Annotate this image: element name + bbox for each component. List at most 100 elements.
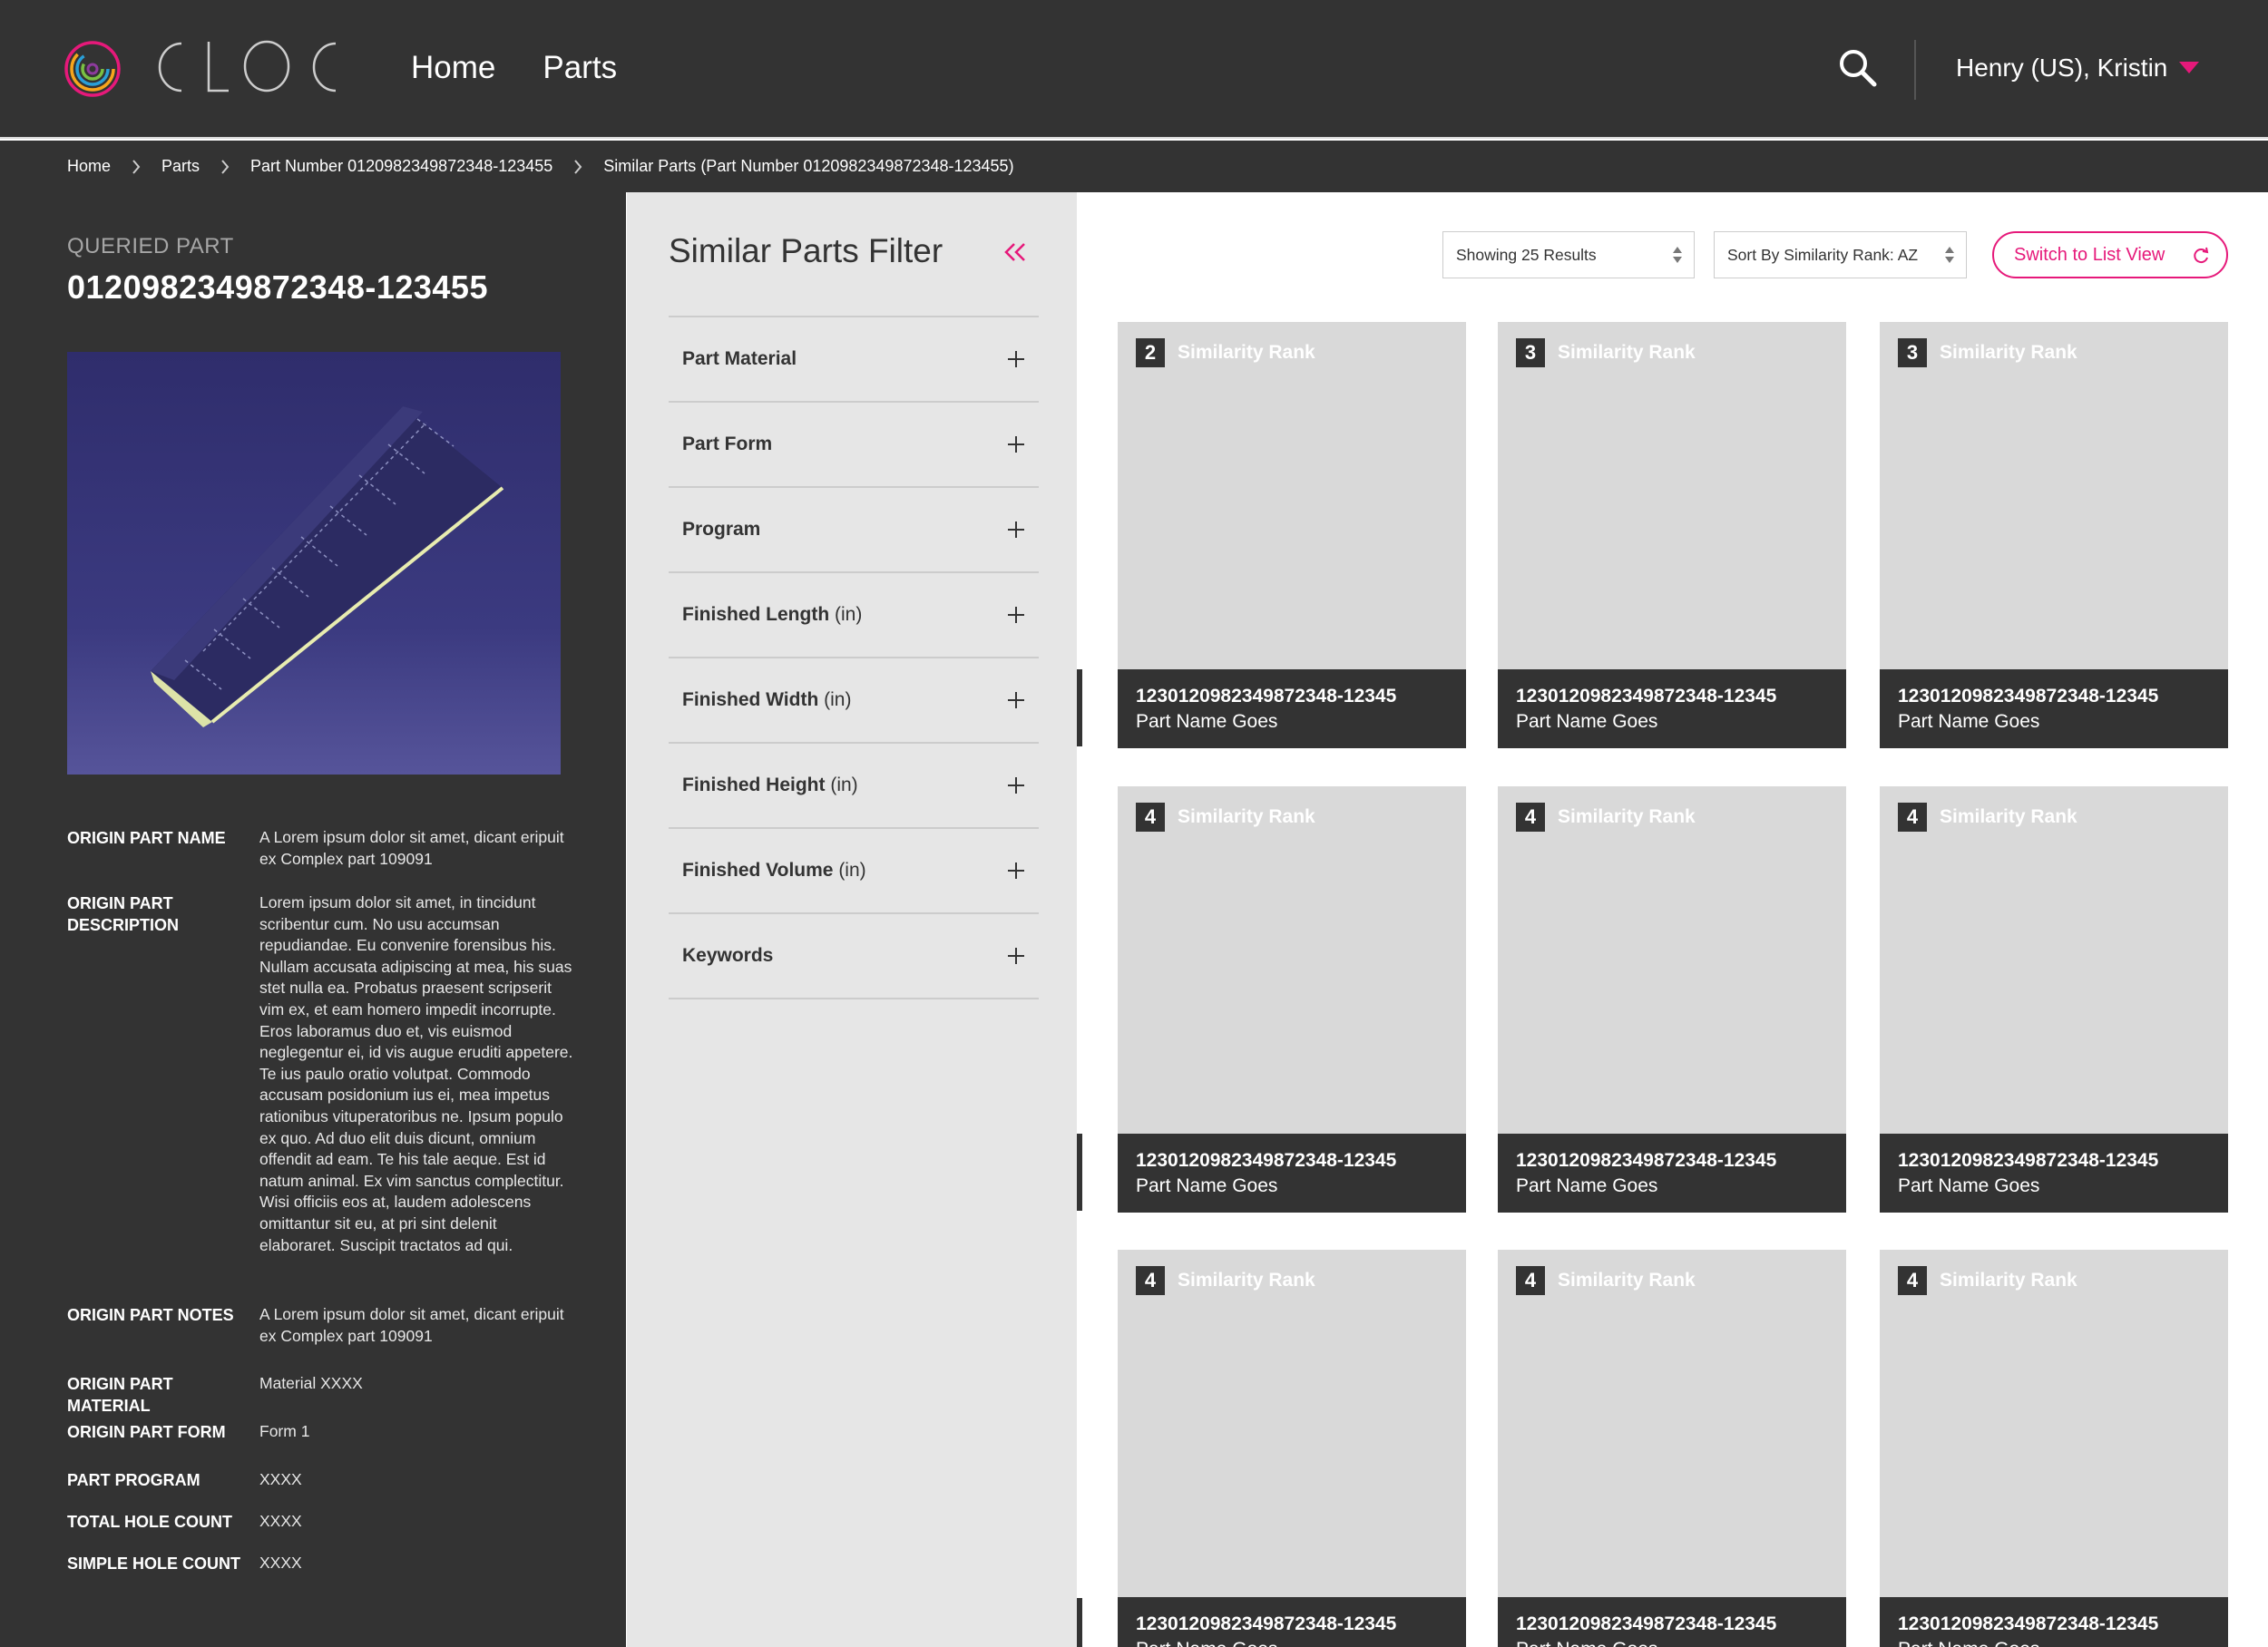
similar-part-card[interactable]: 4 Similarity Rank 1230120982349872348-12… bbox=[1118, 786, 1466, 1213]
meta-total-hole-count: TOTAL HOLE COUNT XXXX bbox=[67, 1511, 575, 1533]
search-icon[interactable] bbox=[1837, 47, 1879, 89]
meta-value: A Lorem ipsum dolor sit amet, dicant eri… bbox=[259, 828, 564, 868]
similar-part-card[interactable]: 2 Similarity Rank 1230120982349872348-12… bbox=[1118, 322, 1466, 748]
chevron-right-icon bbox=[132, 159, 141, 174]
filter-finished-volume[interactable]: Finished Volume (in) bbox=[669, 829, 1039, 914]
cloc-logo-rings-icon bbox=[64, 41, 121, 97]
card-info: 1230120982349872348-12345 Part Name Goes bbox=[1118, 1597, 1466, 1647]
meta-key: ORIGIN PART DESCRIPTION bbox=[67, 894, 180, 934]
filter-label-text: Finished Length bbox=[682, 604, 830, 625]
card-part-name: Part Name Goes bbox=[1898, 1637, 2228, 1647]
plus-icon[interactable] bbox=[1008, 777, 1024, 794]
card-part-number: 1230120982349872348-12345 bbox=[1898, 1613, 2159, 1634]
logo-wordmark-icon bbox=[158, 40, 337, 93]
similarity-rank-label: Similarity Rank bbox=[1178, 1270, 1315, 1291]
meta-simple-hole-count: SIMPLE HOLE COUNT XXXX bbox=[67, 1553, 575, 1574]
double-chevron-left-icon[interactable] bbox=[1002, 241, 1028, 263]
card-part-number: 1230120982349872348-12345 bbox=[1516, 686, 1777, 707]
similar-part-card[interactable]: 4 Similarity Rank 1230120982349872348-12… bbox=[1498, 786, 1846, 1213]
similarity-rank-label: Similarity Rank bbox=[1178, 342, 1315, 363]
filter-label: Part Form bbox=[682, 434, 772, 455]
filter-label: Finished Width (in) bbox=[682, 689, 851, 711]
filter-label: Keywords bbox=[682, 945, 773, 967]
meta-value: Form 1 bbox=[259, 1422, 310, 1440]
plus-icon[interactable] bbox=[1008, 948, 1024, 964]
similarity-rank-label: Similarity Rank bbox=[1940, 342, 2077, 363]
meta-key: ORIGIN PART NOTES bbox=[67, 1306, 234, 1324]
part-3d-preview-image[interactable] bbox=[67, 352, 561, 775]
filter-program[interactable]: Program bbox=[669, 488, 1039, 573]
filter-label: Finished Length (in) bbox=[682, 604, 862, 626]
meta-value: A Lorem ipsum dolor sit amet, dicant eri… bbox=[259, 1305, 564, 1345]
results-count-select[interactable]: Showing 25 Results bbox=[1442, 231, 1695, 278]
filter-finished-height[interactable]: Finished Height (in) bbox=[669, 744, 1039, 829]
card-part-name: Part Name Goes bbox=[1516, 711, 1658, 732]
meta-key: SIMPLE HOLE COUNT bbox=[67, 1554, 241, 1573]
plus-icon[interactable] bbox=[1008, 862, 1024, 879]
part-model-icon bbox=[151, 406, 504, 727]
filter-label-text: Finished Width bbox=[682, 689, 819, 710]
meta-value: XXXX bbox=[259, 1554, 302, 1572]
breadcrumb-home[interactable]: Home bbox=[67, 157, 111, 176]
similar-part-card[interactable]: 3 Similarity Rank 1230120982349872348-12… bbox=[1880, 322, 2228, 748]
meta-origin-part-description: ORIGIN PART DESCRIPTION Lorem ipsum dolo… bbox=[67, 892, 575, 1256]
plus-icon[interactable] bbox=[1008, 692, 1024, 708]
card-part-number: 1230120982349872348-12345 bbox=[1898, 1150, 2159, 1171]
queried-part-panel: QUERIED PART 0120982349872348-123455 ORI… bbox=[0, 192, 626, 1647]
card-info: 1230120982349872348-12345 Part Name Goes bbox=[1118, 1134, 1466, 1213]
plus-icon[interactable] bbox=[1008, 521, 1024, 538]
main-nav: Home Parts bbox=[411, 47, 617, 89]
filter-unit: (in) bbox=[824, 689, 852, 710]
meta-origin-part-material: ORIGIN PART MATERIAL Material XXXX bbox=[67, 1373, 575, 1417]
similarity-rank-label: Similarity Rank bbox=[1940, 1270, 2077, 1291]
filter-part-form[interactable]: Part Form bbox=[669, 403, 1039, 488]
plus-icon[interactable] bbox=[1008, 351, 1024, 367]
card-info: 1230120982349872348-12345 Part Name Goes bbox=[1498, 1134, 1846, 1213]
breadcrumb-part-number[interactable]: Part Number 0120982349872348-123455 bbox=[250, 157, 552, 176]
similarity-rank-number: 4 bbox=[1898, 803, 1927, 832]
similar-part-card[interactable]: 4 Similarity Rank 1230120982349872348-12… bbox=[1880, 786, 2228, 1213]
filter-panel-title: Similar Parts Filter bbox=[669, 232, 943, 269]
plus-icon[interactable] bbox=[1008, 607, 1024, 623]
card-info: 1230120982349872348-12345 Part Name Goes bbox=[1880, 669, 2228, 748]
brand-logo[interactable] bbox=[64, 40, 337, 98]
nav-parts-link[interactable]: Parts bbox=[543, 47, 617, 89]
filter-finished-width[interactable]: Finished Width (in) bbox=[669, 658, 1039, 744]
select-arrows-icon bbox=[1673, 247, 1682, 263]
breadcrumb-parts[interactable]: Parts bbox=[161, 157, 200, 176]
filter-finished-length[interactable]: Finished Length (in) bbox=[669, 573, 1039, 658]
filter-keywords[interactable]: Keywords bbox=[669, 914, 1039, 999]
similarity-rank-number: 4 bbox=[1136, 803, 1165, 832]
header-divider bbox=[1914, 40, 1916, 100]
card-part-number: 1230120982349872348-12345 bbox=[1516, 1150, 1777, 1171]
queried-part-label: QUERIED PART bbox=[67, 234, 234, 258]
select-arrows-icon bbox=[1945, 247, 1954, 263]
similar-part-card[interactable]: 4 Similarity Rank 1230120982349872348-12… bbox=[1880, 1250, 2228, 1647]
chevron-right-icon bbox=[221, 159, 230, 174]
nav-home-link[interactable]: Home bbox=[411, 47, 495, 89]
card-part-name: Part Name Goes bbox=[1136, 711, 1278, 732]
similarity-rank-number: 4 bbox=[1516, 803, 1545, 832]
switch-to-list-view-button[interactable]: Switch to List View bbox=[1992, 231, 2228, 278]
meta-value: Lorem ipsum dolor sit amet, in tincidunt… bbox=[259, 893, 573, 1254]
similarity-rank-number: 4 bbox=[1136, 1266, 1165, 1295]
similar-part-card[interactable]: 4 Similarity Rank 1230120982349872348-12… bbox=[1118, 1250, 1466, 1647]
card-part-name: Part Name Goes bbox=[1136, 1175, 1278, 1196]
similarity-rank-number: 3 bbox=[1898, 338, 1927, 367]
card-part-number: 1230120982349872348-12345 bbox=[1898, 686, 2159, 707]
similar-part-card[interactable]: 3 Similarity Rank 1230120982349872348-12… bbox=[1498, 322, 1846, 748]
similar-part-card[interactable]: 4 Similarity Rank 1230120982349872348-12… bbox=[1498, 1250, 1846, 1647]
filter-unit: (in) bbox=[835, 604, 863, 625]
meta-origin-part-name: ORIGIN PART NAME A Lorem ipsum dolor sit… bbox=[67, 827, 575, 870]
filter-part-material[interactable]: Part Material bbox=[669, 317, 1039, 403]
meta-key: ORIGIN PART FORM bbox=[67, 1423, 226, 1441]
filter-label-text: Part Form bbox=[682, 434, 773, 454]
card-part-name: Part Name Goes bbox=[1136, 1637, 1466, 1647]
caret-down-icon[interactable] bbox=[2179, 62, 2199, 73]
filter-label: Part Material bbox=[682, 348, 797, 370]
sort-select[interactable]: Sort By Similarity Rank: AZ bbox=[1714, 231, 1967, 278]
plus-icon[interactable] bbox=[1008, 436, 1024, 453]
similarity-rank-label: Similarity Rank bbox=[1558, 806, 1696, 827]
filter-label-text: Keywords bbox=[682, 945, 774, 966]
user-menu-name[interactable]: Henry (US), Kristin bbox=[1956, 51, 2167, 85]
